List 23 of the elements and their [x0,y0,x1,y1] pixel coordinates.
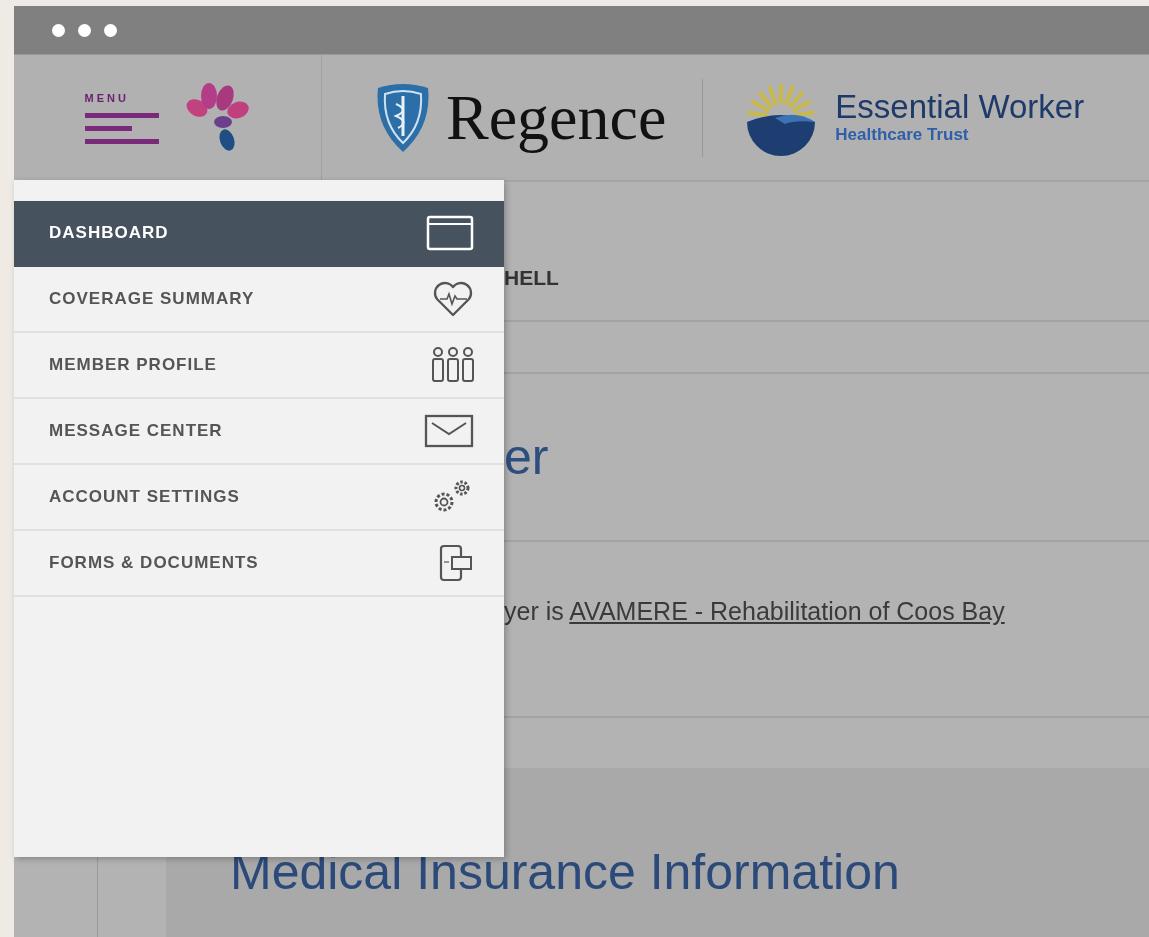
document-icon [438,544,474,582]
page-title: er [504,428,549,486]
partner-name: Essential Worker [835,90,1085,125]
flower-logo-icon [184,81,251,154]
nav-menu-item[interactable]: ACCOUNT SETTINGS [14,465,504,531]
nav-menu-item[interactable]: DASHBOARD [14,201,504,267]
menu-button[interactable]: MENU [84,91,159,144]
nav-menu-item[interactable]: COVERAGE SUMMARY [14,267,504,333]
nav-menu-item[interactable]: FORMS & DOCUMENTS [14,531,504,597]
browser-window-icon [426,215,474,251]
employer-text: yer is AVAMERE - Rehabilitation of Coos Bay [504,597,1005,626]
partner-subtitle: Healthcare Trust [835,124,970,145]
employer-link[interactable]: AVAMERE - Rehabilitation of Coos Bay [569,597,1005,625]
nav-menu-item[interactable]: MEMBER PROFILE [14,333,504,399]
envelope-icon [424,414,474,448]
section-title: Medical Insurance Information [230,847,900,897]
nav-menu-item[interactable]: MESSAGE CENTER [14,399,504,465]
window-dot[interactable] [104,23,117,37]
member-name: HELL [504,266,559,290]
window-dot[interactable] [78,23,91,37]
window-dot[interactable] [52,23,65,37]
heart-pulse-icon [432,280,474,318]
people-icon [432,346,474,384]
